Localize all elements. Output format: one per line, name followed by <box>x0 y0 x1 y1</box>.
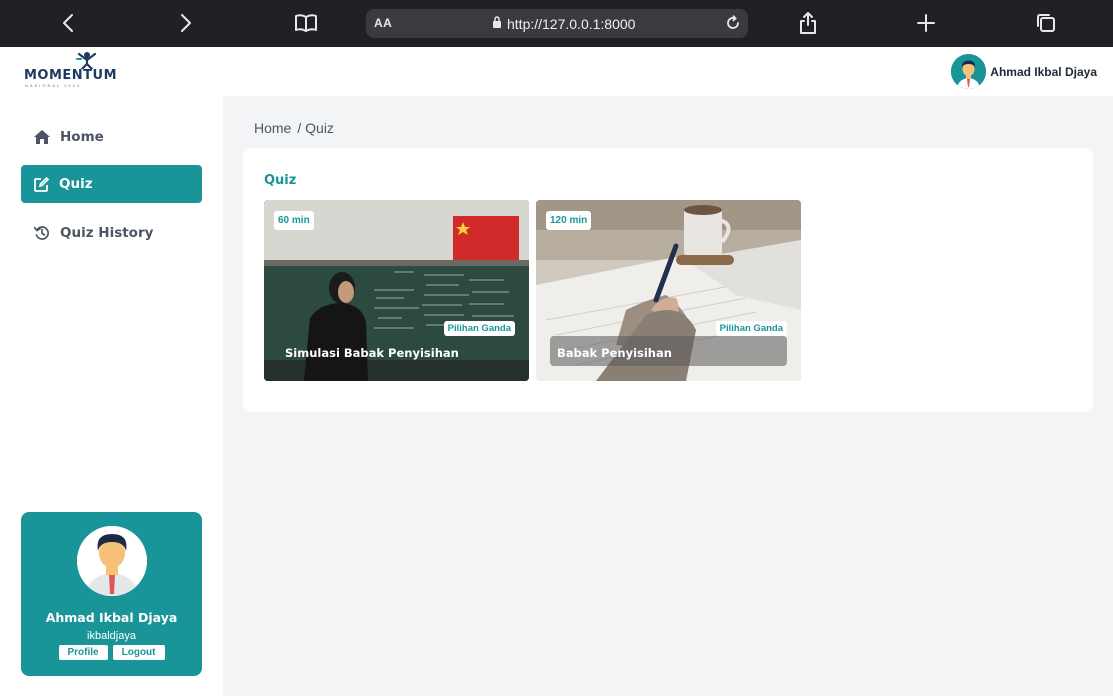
profile-card: Ahmad Ikbal Djaya ikbaldjaya Profile Log… <box>21 512 202 676</box>
logo-subtext: NASIONAL 2023 <box>25 83 82 88</box>
lock-icon <box>492 15 502 33</box>
user-avatar-icon <box>77 526 147 596</box>
profile-avatar <box>77 526 147 596</box>
sidebar-item-label: Quiz History <box>60 225 154 241</box>
logout-button[interactable]: Logout <box>112 645 165 660</box>
share-icon <box>800 12 816 34</box>
new-tab-button[interactable] <box>910 8 942 38</box>
quiz-panel: Quiz 60 min Pilihan Ganda Simulasi Babak… <box>243 148 1093 412</box>
bookmarks-button[interactable] <box>290 8 322 38</box>
address-bar[interactable]: AA http://127.0.0.1:8000 <box>366 9 748 38</box>
header-user-menu[interactable]: Ahmad Ikbal Djaya <box>951 54 1097 89</box>
reload-icon <box>727 15 739 29</box>
duration-badge: 120 min <box>546 211 592 230</box>
sidebar-item-quiz-history[interactable]: Quiz History <box>21 214 202 252</box>
share-button[interactable] <box>792 8 824 38</box>
back-button[interactable] <box>52 8 84 38</box>
type-badge: Pilihan Ganda <box>443 321 515 336</box>
user-avatar-icon <box>951 54 987 89</box>
logo-figure-icon <box>76 52 97 69</box>
breadcrumb: Home / Quiz <box>254 120 334 136</box>
profile-username: ikbaldjaya <box>87 630 136 642</box>
sidebar-item-label: Quiz <box>59 176 93 192</box>
home-icon <box>34 130 50 144</box>
url-text: http://127.0.0.1:8000 <box>507 16 636 32</box>
panel-title: Quiz <box>264 173 297 188</box>
profile-button[interactable]: Profile <box>58 645 108 660</box>
quiz-card[interactable]: 120 min Pilihan Ganda Babak Penyisihan <box>536 200 801 381</box>
tabs-icon <box>1037 14 1055 32</box>
book-icon <box>295 14 317 32</box>
card-title: Simulasi Babak Penyisihan <box>285 346 459 360</box>
sidebar-item-home[interactable]: Home <box>21 118 202 156</box>
sidebar-item-label: Home <box>60 129 104 145</box>
tabs-button[interactable] <box>1030 8 1062 38</box>
sidebar: Home Quiz Quiz History Ahmad Ikbal Djaya… <box>0 96 223 696</box>
duration-badge: 60 min <box>274 211 314 230</box>
chevron-left-icon <box>63 14 73 32</box>
edit-icon <box>34 176 49 192</box>
browser-toolbar: AA http://127.0.0.1:8000 <box>0 0 1113 47</box>
reader-aa-button[interactable]: AA <box>374 16 392 30</box>
type-badge: Pilihan Ganda <box>715 321 787 336</box>
chevron-right-icon <box>181 14 191 32</box>
quiz-card[interactable]: 60 min Pilihan Ganda Simulasi Babak Peny… <box>264 200 529 381</box>
app-header: MOMENTUM NASIONAL 2023 Ahmad Ikbal Djaya <box>0 47 1113 96</box>
sidebar-item-quiz[interactable]: Quiz <box>21 165 202 203</box>
profile-name: Ahmad Ikbal Djaya <box>45 610 178 625</box>
plus-icon <box>917 14 935 32</box>
breadcrumb-home[interactable]: Home <box>254 120 291 136</box>
avatar <box>951 54 987 89</box>
reload-button[interactable] <box>724 14 742 37</box>
breadcrumb-current: / Quiz <box>297 120 334 136</box>
card-title: Babak Penyisihan <box>557 346 672 360</box>
logo[interactable]: MOMENTUM NASIONAL 2023 <box>22 51 117 89</box>
forward-button[interactable] <box>170 8 202 38</box>
logo-text: MOMENTUM <box>24 68 118 83</box>
header-user-name: Ahmad Ikbal Djaya <box>990 64 1097 79</box>
history-icon <box>34 226 49 240</box>
